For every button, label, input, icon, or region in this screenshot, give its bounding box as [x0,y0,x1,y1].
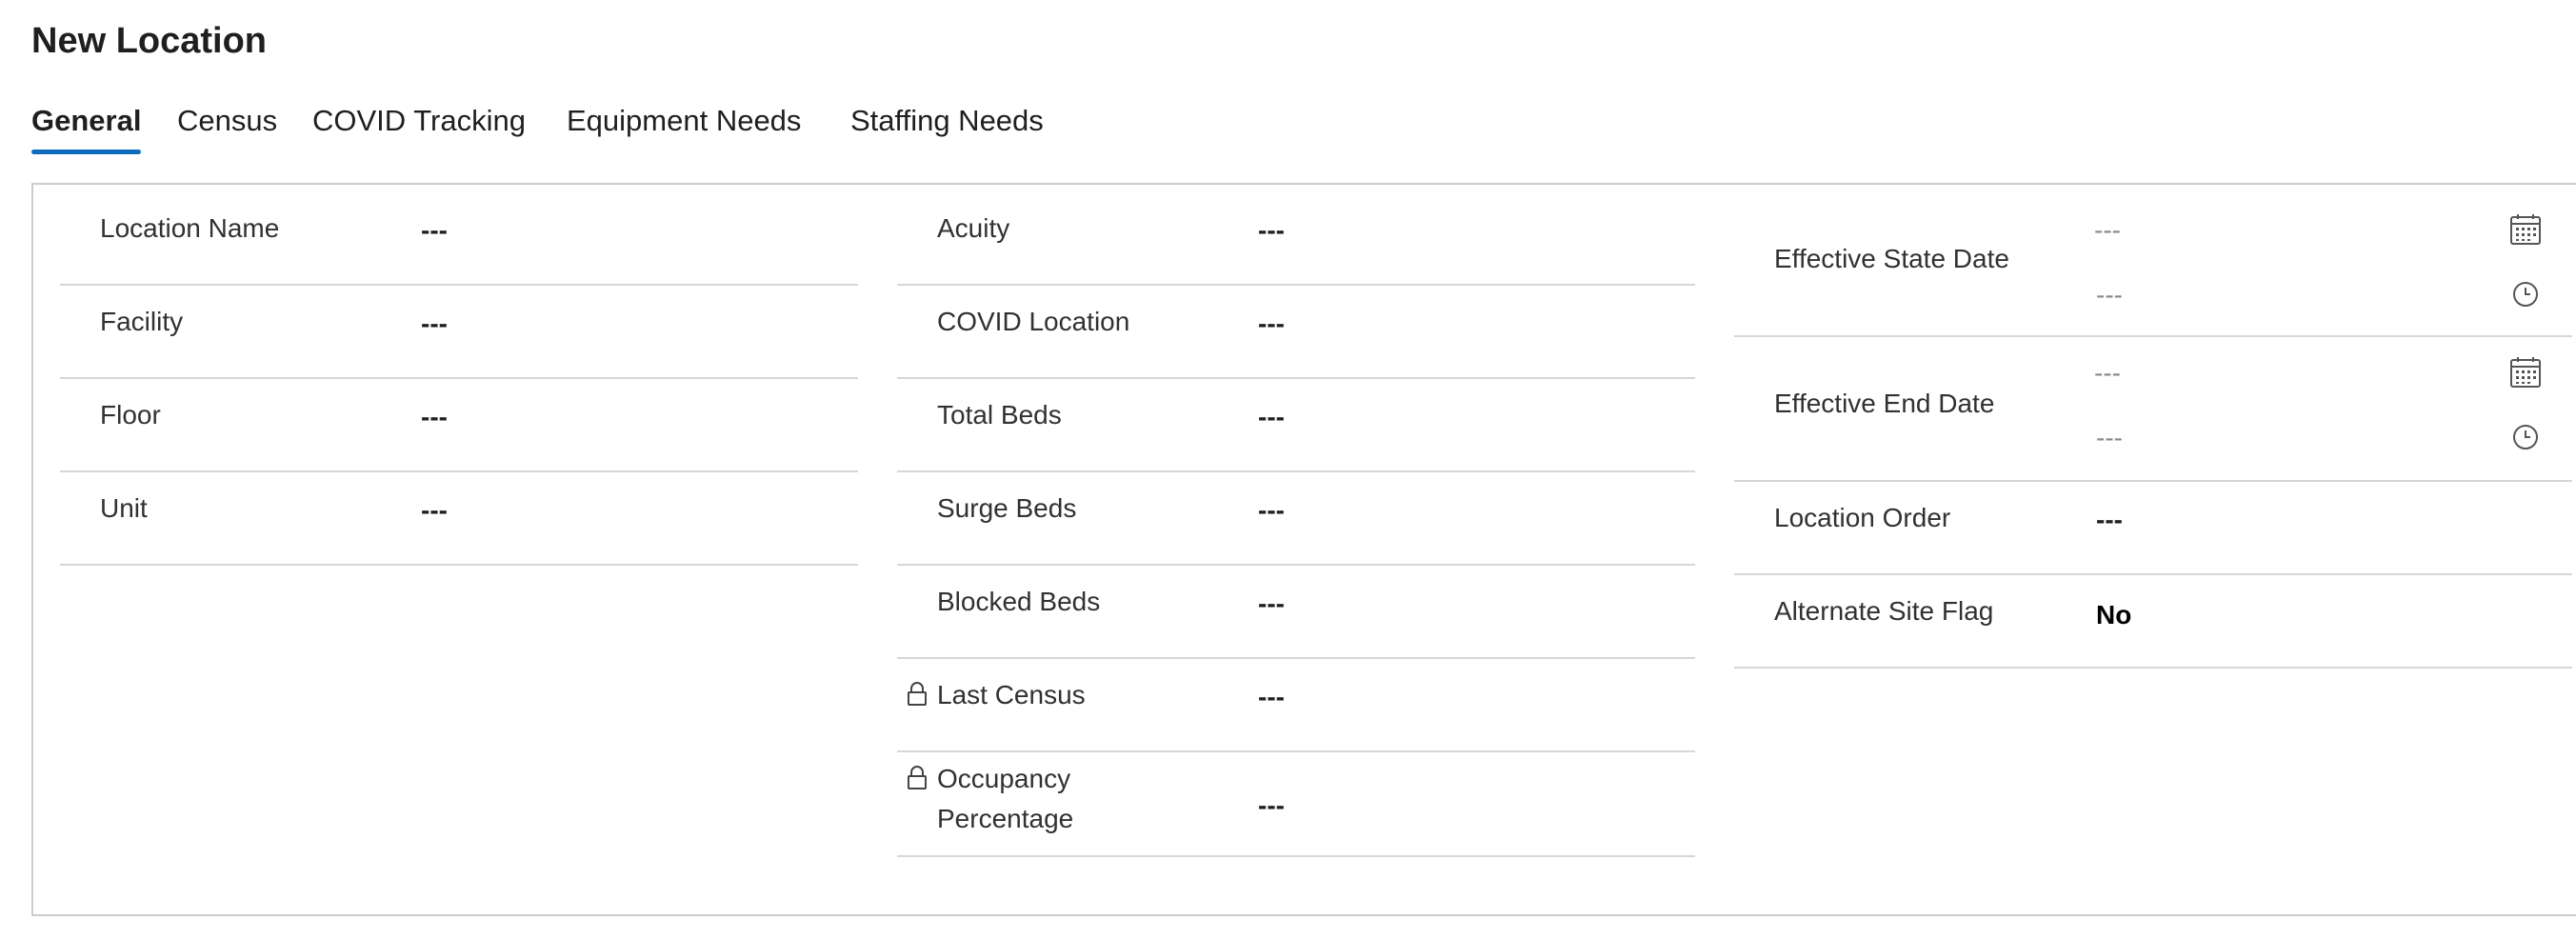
date-input[interactable]: --- [2094,356,2121,390]
field-value[interactable]: --- [421,213,448,248]
field-label-line-2: Percentage [937,804,1074,833]
field-unit[interactable]: Unit --- [60,472,858,566]
tab-staffing-needs[interactable]: Staffing Needs [850,95,1044,147]
date-input[interactable]: --- [2094,213,2121,248]
field-value[interactable]: --- [1258,307,1285,341]
field-label: Surge Beds [937,493,1077,523]
field-label: Effective State Date [1774,244,2009,273]
field-value[interactable]: --- [2096,503,2123,537]
field-label: Effective End Date [1774,389,1995,418]
time-input[interactable]: --- [2096,278,2123,312]
tab-covid-tracking[interactable]: COVID Tracking [312,95,526,147]
field-label: Blocked Beds [937,587,1101,616]
field-label: Unit [100,493,148,523]
field-last-census: Last Census --- [897,659,1695,752]
field-surge-beds[interactable]: Surge Beds --- [897,472,1695,566]
field-acuity[interactable]: Acuity --- [897,185,1695,286]
field-label: Facility [100,307,184,336]
field-location-name[interactable]: Location Name --- [60,185,858,286]
clock-icon[interactable] [2511,423,2540,451]
calendar-icon[interactable] [2509,213,2542,246]
clock-icon[interactable] [2511,280,2540,309]
field-floor[interactable]: Floor --- [60,379,858,472]
field-value[interactable]: --- [421,400,448,434]
page-title: New Location [31,21,268,61]
field-value[interactable]: --- [1258,400,1285,434]
field-value[interactable]: --- [1258,587,1285,621]
field-value: --- [1258,790,1285,820]
tab-census[interactable]: Census [177,95,277,147]
lock-icon [908,682,927,706]
field-label: Location Name [100,213,280,243]
general-form-section: Location Name --- Facility --- Floor ---… [31,183,2576,916]
field-occupancy-percentage: Occupancy Percentage --- [897,752,1695,857]
field-location-order[interactable]: Location Order --- [1734,482,2572,575]
lock-icon [908,766,927,789]
field-label: Alternate Site Flag [1774,596,1994,626]
field-value[interactable]: --- [421,493,448,528]
field-blocked-beds[interactable]: Blocked Beds --- [897,566,1695,659]
field-label-line-1: Occupancy [937,764,1071,793]
field-value: --- [1258,682,1285,711]
field-label: Floor [100,400,161,430]
field-facility[interactable]: Facility --- [60,286,858,379]
tab-general[interactable]: General [31,95,142,154]
field-alternate-site-flag[interactable]: Alternate Site Flag No [1734,575,2572,669]
field-effective-end-date: Effective End Date --- --- [1734,337,2572,482]
field-value[interactable]: --- [1258,493,1285,528]
field-value[interactable]: --- [421,307,448,341]
field-total-beds[interactable]: Total Beds --- [897,379,1695,472]
field-label: Total Beds [937,400,1062,430]
field-value[interactable]: No [2096,598,2131,632]
time-input[interactable]: --- [2096,421,2123,455]
field-covid-location[interactable]: COVID Location --- [897,286,1695,379]
field-effective-state-date: Effective State Date --- --- [1734,185,2572,337]
field-label: Last Census [937,680,1086,709]
field-label: COVID Location [937,307,1130,336]
field-value[interactable]: --- [1258,213,1285,248]
tab-equipment-needs[interactable]: Equipment Needs [567,95,801,147]
calendar-icon[interactable] [2509,356,2542,389]
field-label: Acuity [937,213,1010,243]
field-label: Location Order [1774,503,1951,532]
